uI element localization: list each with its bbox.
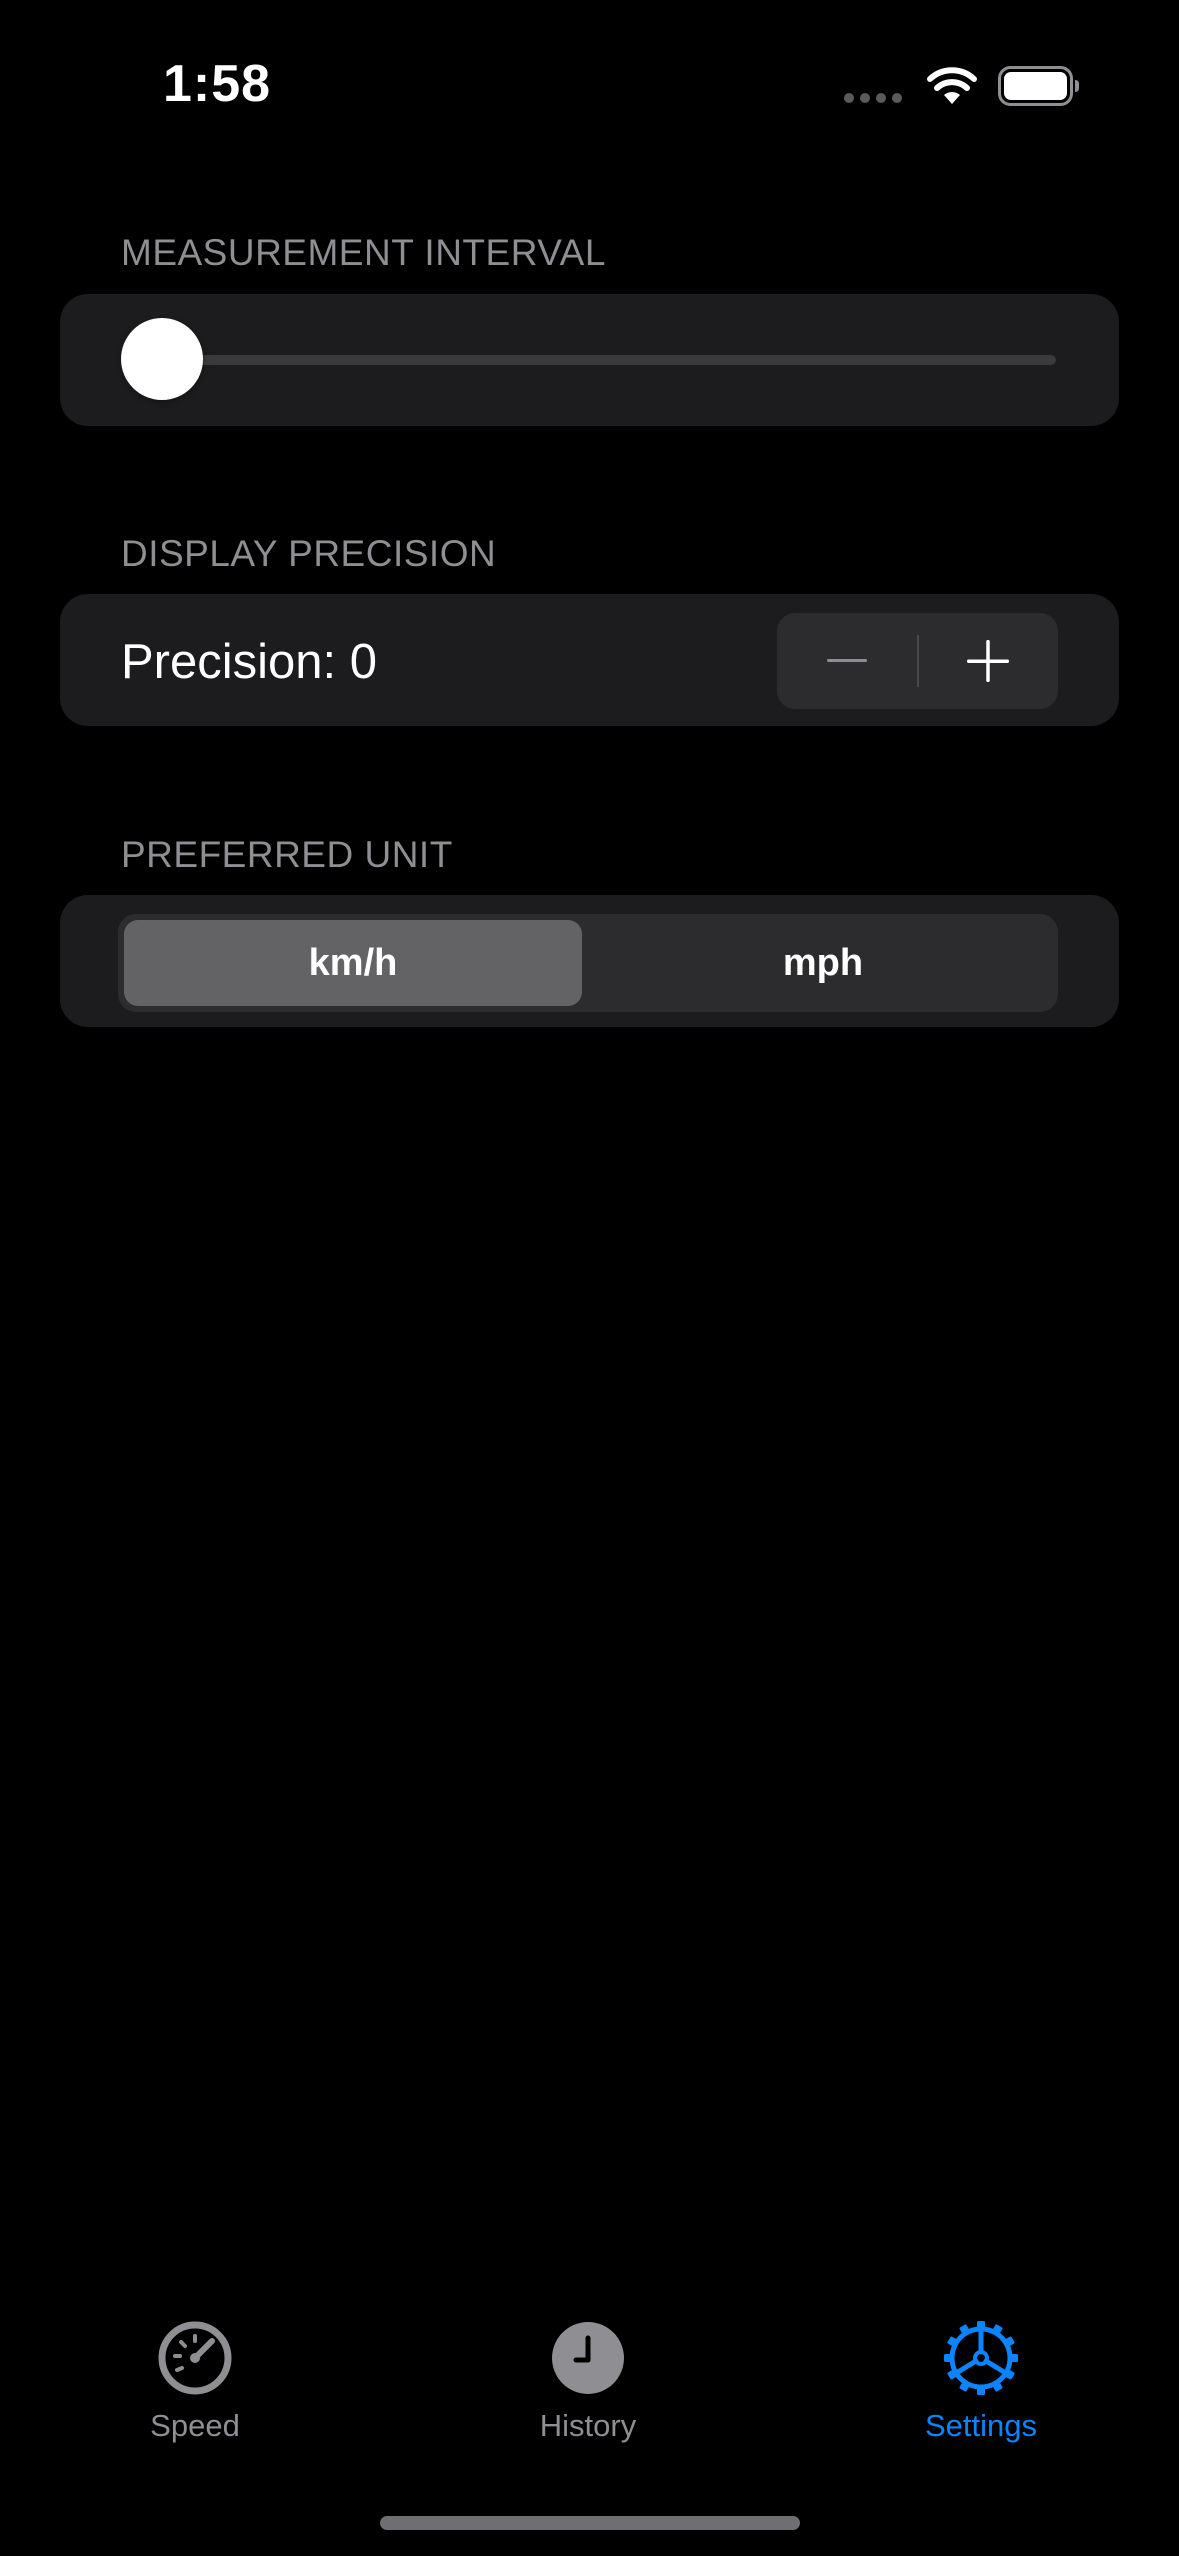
tab-history[interactable]: History <box>468 2320 708 2444</box>
segment-kmh[interactable]: km/h <box>124 920 582 1006</box>
segment-mph[interactable]: mph <box>594 920 1052 1006</box>
wifi-icon <box>927 67 977 104</box>
gear-icon <box>944 2321 1018 2395</box>
tab-speed-label: Speed <box>150 2408 240 2443</box>
precision-stepper <box>777 613 1058 709</box>
interval-slider-thumb[interactable] <box>121 318 203 400</box>
increment-button[interactable] <box>918 613 1058 709</box>
speedometer-icon <box>158 2321 232 2395</box>
precision-label: Precision: 0 <box>121 635 378 689</box>
tab-speed[interactable]: Speed <box>75 2320 315 2444</box>
interval-slider-track[interactable] <box>121 355 1056 365</box>
status-time: 1:58 <box>163 55 272 113</box>
decrement-button[interactable] <box>777 613 917 709</box>
unit-segmented-control: km/h mph <box>118 914 1058 1012</box>
clock-icon <box>552 2322 624 2394</box>
tab-history-label: History <box>539 2408 637 2443</box>
minus-icon <box>827 659 867 662</box>
battery-icon <box>998 66 1079 106</box>
tab-settings-label: Settings <box>924 2408 1037 2443</box>
preferred-unit-header: PREFERRED UNIT <box>121 834 453 875</box>
cellular-signal-icon <box>844 93 902 103</box>
display-precision-header: DISPLAY PRECISION <box>121 533 497 574</box>
tab-settings[interactable]: Settings <box>861 2320 1101 2444</box>
plus-icon <box>967 640 1009 682</box>
measurement-interval-header: MEASUREMENT INTERVAL <box>121 232 606 273</box>
home-indicator <box>380 2516 800 2530</box>
